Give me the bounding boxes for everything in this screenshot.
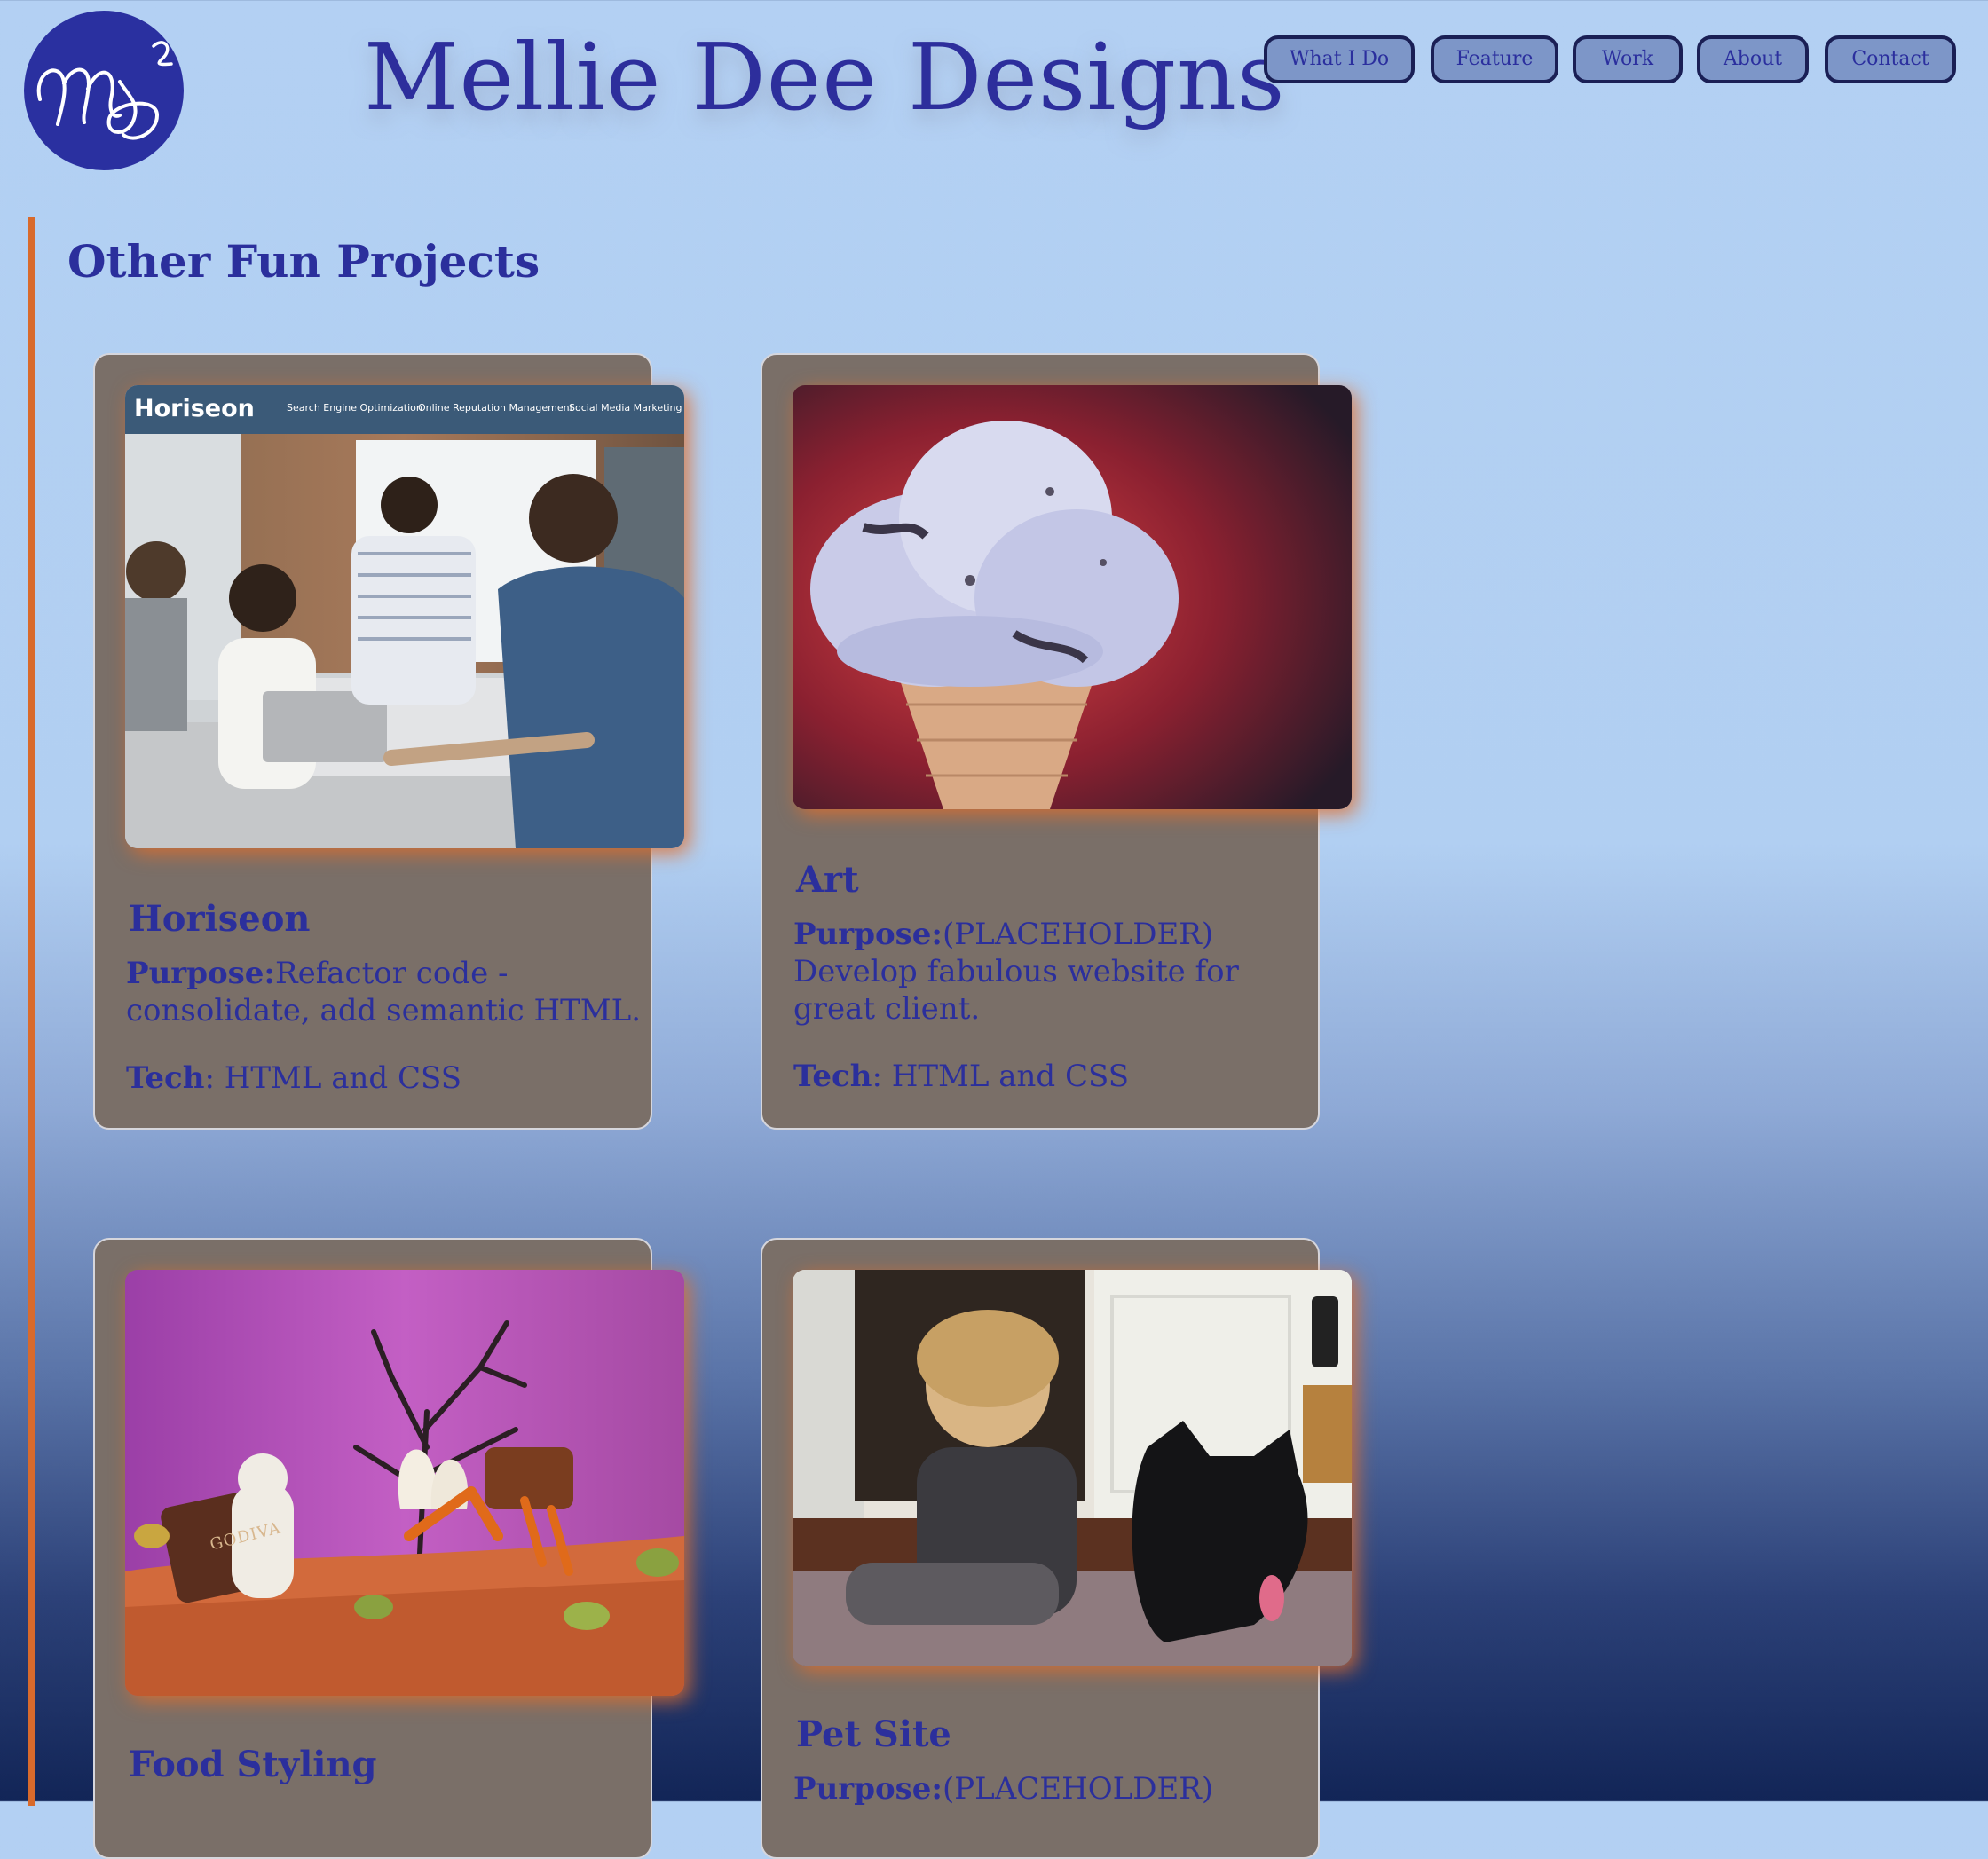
pet-site-photo[interactable] [793, 1270, 1352, 1666]
tech-label: Tech [793, 1059, 872, 1094]
food-styling-photo[interactable]: GODIVA [125, 1270, 684, 1696]
purpose-line: Purpose:(PLACEHOLDER) [793, 1770, 1317, 1808]
purpose-label: Purpose: [793, 1771, 943, 1807]
tech-text: : HTML and CSS [872, 1059, 1129, 1094]
card-title: Art [796, 859, 859, 901]
tech-text: : HTML and CSS [204, 1060, 462, 1096]
logo-monogram-icon [36, 41, 173, 140]
card-title: Pet Site [796, 1713, 951, 1755]
project-card-food-styling: GODIVA Food Styling [93, 1238, 684, 1859]
nav-about-button[interactable]: About [1697, 35, 1809, 83]
tech-label: Tech [126, 1060, 205, 1096]
horiseon-header-nav-orm: Online Reputation Management [418, 402, 573, 414]
card-description: Purpose:Refactor code - consolidate, add… [126, 955, 650, 1097]
purpose-text: (PLACEHOLDER) [942, 1771, 1214, 1807]
project-card-pet-site: Pet Site Purpose:(PLACEHOLDER) [761, 1238, 1352, 1859]
project-card-horiseon: Horiseon Search Engine Optimization Onli… [93, 353, 684, 1130]
section-title: Other Fun Projects [67, 235, 540, 288]
main-nav: What I Do Feature Work About Contact [0, 35, 1988, 89]
section-accent-bar [28, 217, 36, 1806]
horiseon-header-brand: Horiseon [134, 395, 255, 422]
nav-contact-button[interactable]: Contact [1825, 35, 1956, 83]
nav-feature-button[interactable]: Feature [1431, 35, 1558, 83]
card-title: Horiseon [129, 898, 311, 940]
card-description: Purpose:(PLACEHOLDER) [793, 1770, 1317, 1808]
nav-what-i-do-button[interactable]: What I Do [1264, 35, 1415, 83]
card-title: Food Styling [129, 1744, 377, 1785]
horiseon-header-nav-seo: Search Engine Optimization [287, 402, 422, 414]
card-description: Purpose:(PLACEHOLDER) Develop fabulous w… [793, 916, 1317, 1095]
tech-line: Tech: HTML and CSS [793, 1058, 1317, 1095]
horiseon-header-nav-smm: Social Media Marketing [569, 402, 682, 414]
purpose-label: Purpose: [126, 956, 275, 991]
horiseon-screenshot[interactable]: Horiseon Search Engine Optimization Onli… [125, 385, 684, 848]
nav-work-button[interactable]: Work [1573, 35, 1683, 83]
purpose-line: Purpose:(PLACEHOLDER) Develop fabulous w… [793, 916, 1317, 1028]
site-logo[interactable] [24, 11, 184, 170]
project-card-art: Art Purpose:(PLACEHOLDER) Develop fabulo… [761, 353, 1352, 1130]
purpose-line: Purpose:Refactor code - consolidate, add… [126, 955, 650, 1029]
tech-line: Tech: HTML and CSS [126, 1059, 650, 1097]
art-ice-cream-painting[interactable] [793, 385, 1352, 809]
purpose-label: Purpose: [793, 917, 943, 952]
